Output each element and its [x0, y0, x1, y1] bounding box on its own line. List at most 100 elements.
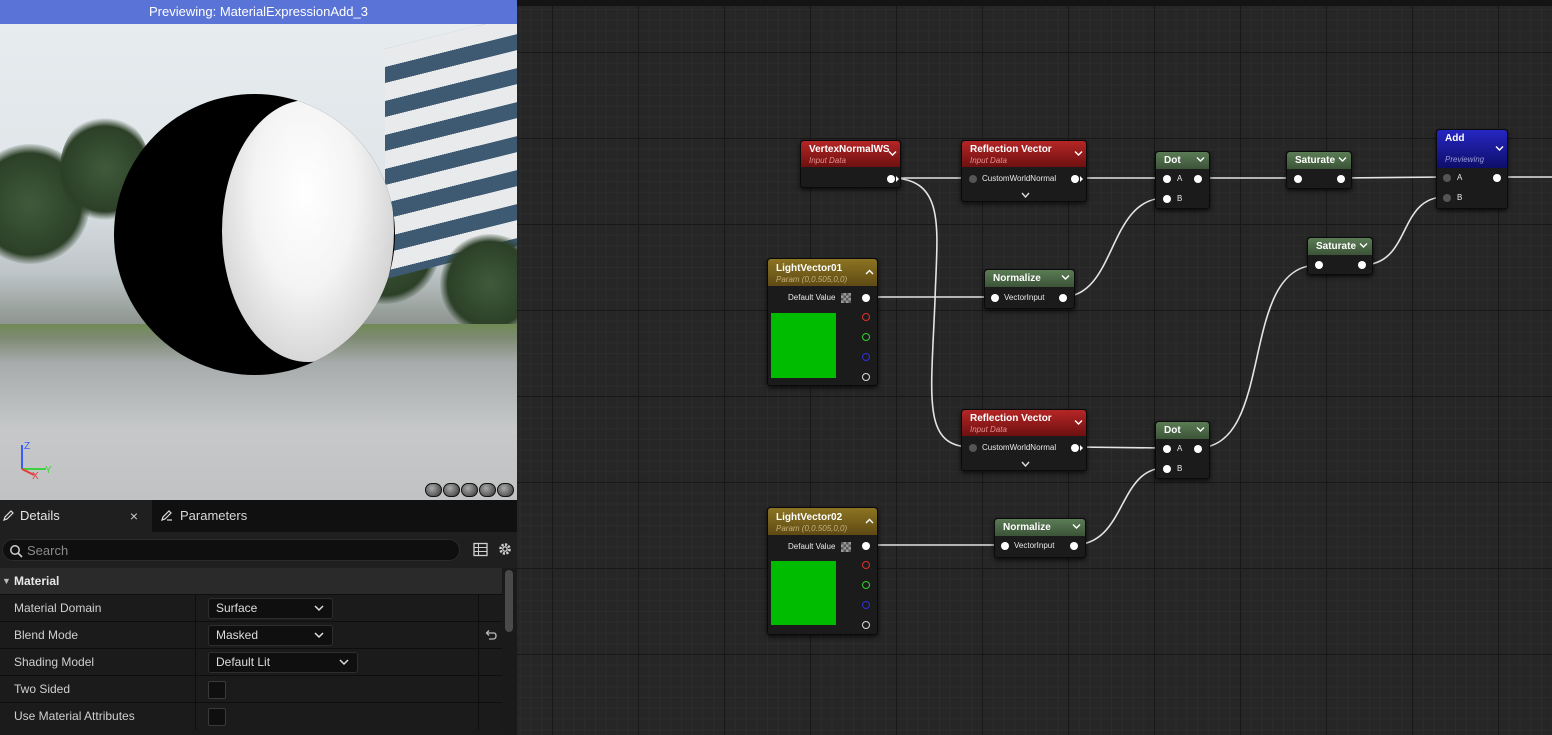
expand-chevron-icon[interactable] [1021, 461, 1030, 467]
output-pin-g[interactable] [862, 581, 870, 589]
material-domain-dropdown[interactable]: Surface [208, 598, 333, 619]
two-sided-checkbox[interactable] [208, 681, 226, 699]
output-pin-g[interactable] [862, 333, 870, 341]
chevron-down-icon[interactable] [1359, 242, 1368, 249]
dropdown-value: Default Lit [216, 655, 271, 669]
output-pin-a[interactable] [862, 621, 870, 629]
node-vertex-normal-ws[interactable]: VertexNormalWS Input Data [800, 140, 901, 188]
expand-chevron-icon[interactable] [1021, 192, 1030, 198]
chevron-down-icon[interactable] [1074, 419, 1083, 426]
teapot-preview-icon[interactable] [497, 483, 514, 497]
output-pin[interactable] [1337, 175, 1345, 183]
search-input[interactable] [27, 542, 447, 558]
output-pin[interactable] [1071, 444, 1079, 452]
chevron-down-icon[interactable] [1338, 156, 1347, 163]
cube-preview-icon[interactable] [479, 483, 496, 497]
input-pin[interactable] [969, 444, 977, 452]
input-pin-a[interactable] [1163, 175, 1171, 183]
output-pin[interactable] [1194, 175, 1202, 183]
pin-label: Default Value [788, 293, 836, 302]
output-pin[interactable] [1071, 175, 1079, 183]
node-light-vector-02[interactable]: LightVector02 Param (0,0.505,0,0) Defaul… [767, 507, 878, 635]
search-box [2, 539, 460, 561]
material-graph-canvas[interactable]: VertexNormalWS Input Data Reflection Vec… [517, 0, 1552, 735]
output-pin[interactable] [1070, 542, 1078, 550]
shading-model-dropdown[interactable]: Default Lit [208, 652, 358, 673]
node-dot-2[interactable]: Dot A B [1155, 421, 1210, 479]
svg-text:Y: Y [45, 465, 52, 476]
pin-arrow-icon [1080, 445, 1083, 451]
pin-label: CustomWorldNormal [982, 443, 1057, 452]
blend-mode-dropdown[interactable]: Masked [208, 625, 333, 646]
pin-label: A [1457, 173, 1463, 182]
chevron-down-icon[interactable] [888, 150, 897, 157]
tab-details[interactable]: Details × [0, 500, 152, 532]
reset-to-default-icon[interactable] [484, 629, 497, 642]
node-reflection-vector-2[interactable]: Reflection Vector Input Data CustomWorld… [961, 409, 1087, 471]
chevron-down-icon[interactable] [1196, 156, 1205, 163]
use-material-attributes-checkbox[interactable] [208, 708, 226, 726]
sphere-preview-icon[interactable] [443, 483, 460, 497]
output-pin[interactable] [1059, 294, 1067, 302]
input-pin[interactable] [991, 294, 999, 302]
output-pin-b[interactable] [862, 353, 870, 361]
wire-saturate2-to-add [1361, 196, 1446, 266]
output-pin-b[interactable] [862, 601, 870, 609]
output-pin[interactable] [1194, 445, 1202, 453]
input-pin-b[interactable] [1163, 195, 1171, 203]
table-view-icon[interactable] [473, 542, 488, 557]
chevron-up-icon[interactable] [865, 269, 874, 276]
property-row-material-domain: Material Domain Surface [0, 594, 502, 622]
node-normalize-1[interactable]: Normalize VectorInput [984, 269, 1075, 309]
chevron-down-icon[interactable] [1072, 523, 1081, 530]
node-reflection-vector-1[interactable]: Reflection Vector Input Data CustomWorld… [961, 140, 1087, 202]
dropdown-value: Masked [216, 628, 259, 642]
node-light-vector-01[interactable]: LightVector01 Param (0,0.505,0,0) Defaul… [767, 258, 878, 386]
node-saturate-2[interactable]: Saturate [1307, 237, 1373, 275]
chevron-down-icon[interactable] [1495, 145, 1504, 152]
gear-icon[interactable] [497, 541, 513, 557]
input-pin[interactable] [969, 175, 977, 183]
node-subtitle: Param (0,0.505,0,0) [776, 524, 848, 533]
chevron-down-icon [314, 632, 324, 639]
chevron-down-icon[interactable] [1196, 426, 1205, 433]
output-pin[interactable] [887, 175, 895, 183]
node-header: Reflection Vector Input Data [962, 410, 1086, 436]
output-pin-a[interactable] [862, 373, 870, 381]
wire-saturate1-to-add [1340, 176, 1446, 179]
node-add[interactable]: Add Previewing A B [1436, 129, 1508, 209]
section-header-material[interactable]: ▼ Material [0, 568, 502, 594]
chevron-down-icon[interactable] [1061, 274, 1070, 281]
input-pin-b[interactable] [1163, 465, 1171, 473]
node-normalize-2[interactable]: Normalize VectorInput [994, 518, 1086, 558]
preview-sphere [114, 94, 395, 375]
input-pin-a[interactable] [1163, 445, 1171, 453]
input-pin-b[interactable] [1443, 194, 1451, 202]
node-dot-1[interactable]: Dot A B [1155, 151, 1210, 209]
cylinder-preview-icon[interactable] [425, 483, 442, 497]
output-pin[interactable] [1358, 261, 1366, 269]
dropdown-value: Surface [216, 601, 258, 615]
output-pin-rgba[interactable] [862, 542, 870, 550]
chevron-up-icon[interactable] [865, 518, 874, 525]
preview-title-bar: Previewing: MaterialExpressionAdd_3 [0, 0, 517, 24]
material-preview-viewport[interactable]: Z Y X [0, 24, 517, 500]
input-pin[interactable] [1294, 175, 1302, 183]
plane-preview-icon[interactable] [461, 483, 478, 497]
chevron-down-icon[interactable] [1074, 150, 1083, 157]
details-scrollbar[interactable] [505, 570, 513, 632]
output-pin-r[interactable] [862, 561, 870, 569]
tab-parameters[interactable]: Parameters [158, 500, 318, 532]
output-pin-rgba[interactable] [862, 294, 870, 302]
tab-parameters-label: Parameters [180, 508, 248, 523]
node-saturate-1[interactable]: Saturate [1286, 151, 1352, 189]
property-row-blend-mode: Blend Mode Masked [0, 621, 502, 649]
search-icon [10, 545, 23, 558]
output-pin[interactable] [1493, 174, 1501, 182]
close-icon[interactable]: × [130, 500, 138, 532]
output-pin-r[interactable] [862, 313, 870, 321]
input-pin[interactable] [1001, 542, 1009, 550]
input-pin[interactable] [1315, 261, 1323, 269]
input-pin-a[interactable] [1443, 174, 1451, 182]
pencil-icon [3, 510, 14, 521]
